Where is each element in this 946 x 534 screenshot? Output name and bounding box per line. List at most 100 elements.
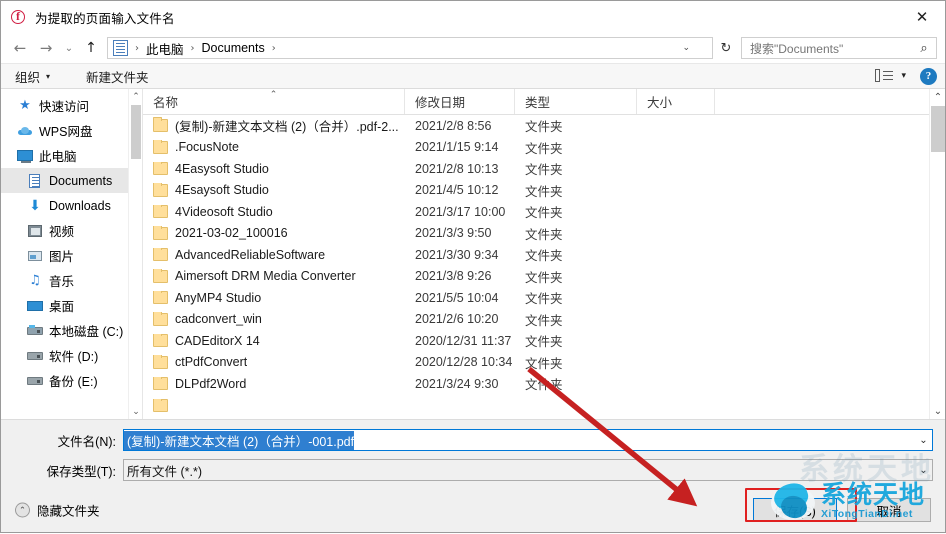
- navigation-pane: ★ 快速访问 WPS网盘 此电脑 Documents ⬇ Downloads 视…: [1, 89, 143, 419]
- scroll-down-icon[interactable]: ⌄: [129, 404, 142, 419]
- column-header-date[interactable]: 修改日期: [405, 89, 515, 114]
- address-bar: ← → ⌄ ↑ › 此电脑 › Documents › ⌄ ↻ 搜索"Docum…: [1, 33, 945, 63]
- sidebar-item-documents[interactable]: Documents: [1, 168, 142, 193]
- watermark-logo-icon: [769, 478, 817, 524]
- search-icon: ⌕: [920, 40, 928, 56]
- hide-folders-toggle[interactable]: ⌃ 隐藏文件夹: [15, 501, 100, 520]
- folder-icon: [153, 247, 168, 262]
- scroll-up-icon[interactable]: ⌃: [930, 89, 946, 105]
- close-icon[interactable]: ✕: [899, 1, 945, 33]
- sidebar-item-pictures[interactable]: 图片: [1, 243, 142, 268]
- table-row[interactable]: .FocusNote 2021/1/15 9:14 文件夹: [143, 137, 945, 159]
- cell-name: AdvancedReliableSoftware: [143, 247, 405, 262]
- view-layout-icon[interactable]: [875, 68, 895, 84]
- save-file-dialog: f 为提取的页面输入文件名 ✕ ← → ⌄ ↑ › 此电脑 › Document…: [0, 0, 946, 533]
- chevron-down-icon: ▾: [46, 71, 51, 81]
- organize-button[interactable]: 组织 ▾: [15, 67, 50, 86]
- sidebar-item-label: 图片: [49, 250, 75, 264]
- column-header-size[interactable]: 大小: [637, 89, 715, 114]
- cell-type: 文件夹: [525, 120, 563, 135]
- cell-name: .FocusNote: [143, 140, 405, 154]
- cell-name: ctPdfConvert: [143, 355, 405, 369]
- scrollbar-thumb[interactable]: [131, 105, 141, 159]
- cell-date: 2021/3/3 9:50: [415, 226, 492, 241]
- breadcrumb-separator: ›: [271, 42, 276, 54]
- sidebar-item-music[interactable]: ♫ 音乐: [1, 268, 142, 293]
- table-row[interactable]: cadconvert_win 2021/2/6 10:20 文件夹: [143, 309, 945, 331]
- file-name: 2021-03-02_100016: [175, 226, 288, 241]
- breadcrumb[interactable]: › 此电脑 › Documents › ⌄: [107, 37, 713, 59]
- sidebar-item-label: 本地磁盘 (C:): [49, 325, 124, 339]
- sidebar-item-desktop[interactable]: 桌面: [1, 293, 142, 318]
- column-headers: 名称 ⌃ 修改日期 类型 大小: [143, 89, 945, 115]
- back-button[interactable]: ←: [7, 36, 33, 60]
- scroll-up-icon[interactable]: ⌃: [129, 89, 142, 104]
- sidebar-scrollbar[interactable]: ⌃ ⌄: [128, 89, 142, 419]
- file-name: AdvancedReliableSoftware: [175, 247, 326, 262]
- sidebar-item-this-pc[interactable]: 此电脑: [1, 143, 142, 168]
- cell-name: DLPdf2Word: [143, 376, 405, 391]
- cell-date: 2021/1/15 9:14: [415, 140, 499, 155]
- sidebar-item-videos[interactable]: 视频: [1, 218, 142, 243]
- cell-date: 2021/3/17 10:00: [415, 204, 506, 219]
- cell-type: 文件夹: [525, 292, 563, 307]
- new-folder-button[interactable]: 新建文件夹: [86, 67, 149, 86]
- chevron-down-icon[interactable]: ▾: [901, 71, 906, 81]
- help-icon[interactable]: ?: [920, 67, 937, 85]
- table-row[interactable]: 4Videosoft Studio 2021/3/17 10:00 文件夹: [143, 201, 945, 223]
- scrollbar-thumb[interactable]: [931, 106, 945, 152]
- watermark-text: 系统天地 XiTongTianDi.net: [821, 481, 925, 520]
- cell-type: 文件夹: [525, 184, 563, 199]
- table-row[interactable]: Aimersoft DRM Media Converter 2021/3/8 9…: [143, 266, 945, 288]
- folder-icon: [153, 312, 168, 326]
- cloud-icon: [17, 123, 33, 139]
- table-row-partial[interactable]: [143, 395, 945, 417]
- sidebar-item-downloads[interactable]: ⬇ Downloads: [1, 193, 142, 218]
- column-header-name[interactable]: 名称 ⌃: [143, 89, 405, 114]
- cell-date: 2021/5/5 10:04: [415, 290, 499, 305]
- cell-name: 4Esaysoft Studio: [143, 183, 405, 197]
- filetype-value: 所有文件 (*.*): [127, 464, 203, 479]
- sidebar-item-drive-d[interactable]: 软件 (D:): [1, 343, 142, 368]
- column-header-type[interactable]: 类型: [515, 89, 637, 114]
- cell-date: 2021/3/30 9:34: [415, 247, 499, 262]
- command-bar-right: ▾ ?: [875, 64, 937, 88]
- scroll-down-icon[interactable]: ⌄: [930, 403, 946, 419]
- sidebar-item-label: 音乐: [49, 275, 75, 289]
- up-button[interactable]: ↑: [79, 36, 103, 60]
- computer-icon: [17, 148, 33, 164]
- file-name: cadconvert_win: [175, 312, 262, 327]
- cell-name: AnyMP4 Studio: [143, 290, 405, 305]
- sidebar-item-quick-access[interactable]: ★ 快速访问: [1, 93, 142, 118]
- chevron-down-icon[interactable]: ⌄: [682, 38, 690, 58]
- table-row[interactable]: 4Easysoft Studio 2021/2/8 10:13 文件夹: [143, 158, 945, 180]
- refresh-icon[interactable]: ↻: [715, 37, 737, 59]
- recent-locations-button[interactable]: ⌄: [59, 36, 79, 60]
- breadcrumb-item-documents[interactable]: Documents: [200, 41, 267, 55]
- cell-date: 2021/2/8 10:13: [415, 161, 499, 176]
- file-list-scrollbar[interactable]: ⌃ ⌄: [929, 89, 945, 419]
- sidebar-item-label: 此电脑: [39, 150, 77, 164]
- sidebar-item-drive-e[interactable]: 备份 (E:): [1, 368, 142, 393]
- command-bar: 组织 ▾ 新建文件夹 ▾ ?: [1, 63, 945, 89]
- cell-date: 2021/2/8 8:56: [415, 118, 492, 133]
- dialog-body: ★ 快速访问 WPS网盘 此电脑 Documents ⬇ Downloads 视…: [1, 89, 945, 419]
- column-header-label: 类型: [525, 96, 551, 110]
- forward-button[interactable]: →: [33, 36, 59, 60]
- sidebar-item-label: Downloads: [49, 198, 111, 213]
- breadcrumb-item-this-pc[interactable]: 此电脑: [144, 39, 186, 58]
- search-input[interactable]: 搜索"Documents" ⌕: [741, 37, 937, 59]
- organize-label: 组织: [15, 70, 41, 85]
- table-row[interactable]: 4Esaysoft Studio 2021/4/5 10:12 文件夹: [143, 180, 945, 202]
- sidebar-item-local-disk-c[interactable]: 本地磁盘 (C:): [1, 318, 142, 343]
- table-row[interactable]: CADEditorX 14 2020/12/31 11:37 文件夹: [143, 330, 945, 352]
- sidebar-item-wps-cloud[interactable]: WPS网盘: [1, 118, 142, 143]
- table-row[interactable]: (复制)-新建文本文档 (2)（合并）.pdf-2... 2021/2/8 8:…: [143, 115, 945, 137]
- table-row[interactable]: AnyMP4 Studio 2021/5/5 10:04 文件夹: [143, 287, 945, 309]
- table-row[interactable]: ctPdfConvert 2020/12/28 10:34 文件夹: [143, 352, 945, 374]
- window-title: 为提取的页面输入文件名: [35, 11, 175, 26]
- folder-icon: [153, 333, 168, 348]
- table-row[interactable]: AdvancedReliableSoftware 2021/3/30 9:34 …: [143, 244, 945, 266]
- table-row[interactable]: 2021-03-02_100016 2021/3/3 9:50 文件夹: [143, 223, 945, 245]
- table-row[interactable]: DLPdf2Word 2021/3/24 9:30 文件夹: [143, 373, 945, 395]
